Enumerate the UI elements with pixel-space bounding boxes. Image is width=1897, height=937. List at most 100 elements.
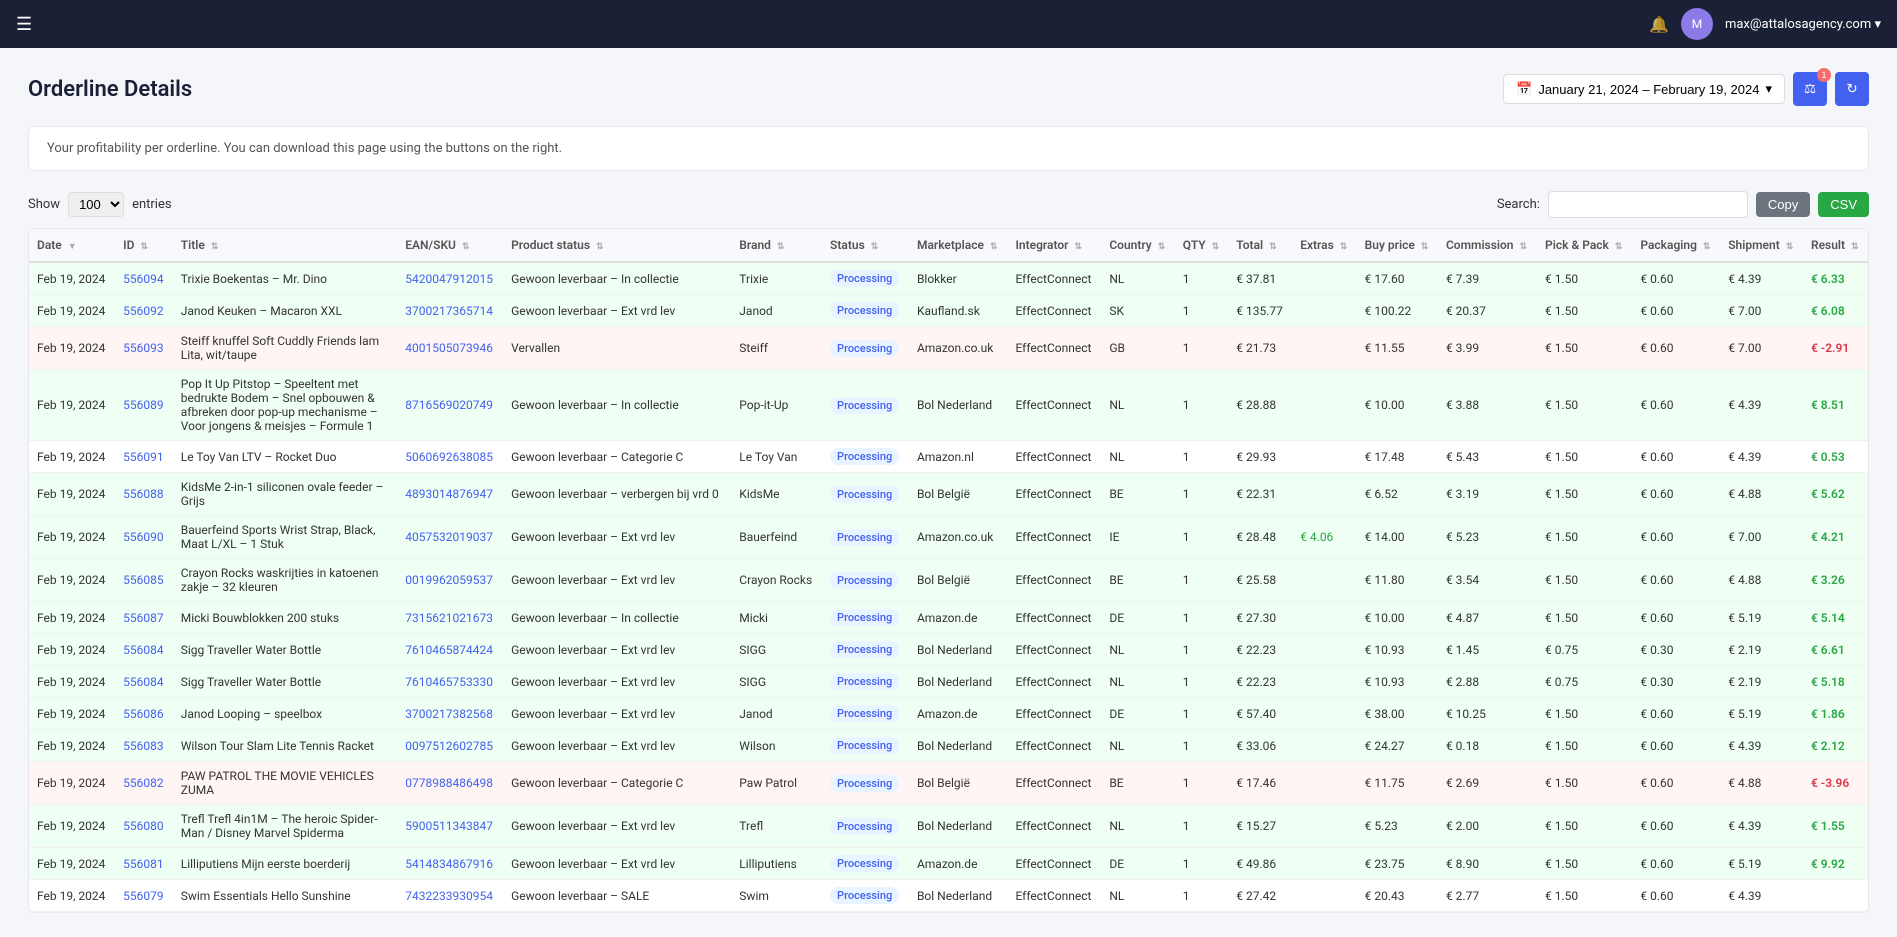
cell-ean[interactable]: 0778988486498 (397, 762, 503, 805)
cell-product-status: Vervallen (503, 327, 731, 370)
cell-brand: Micki (731, 602, 822, 634)
cell-product-status: Gewoon leverbaar – Ext vrd lev (503, 730, 731, 762)
cell-ean[interactable]: 4057532019037 (397, 516, 503, 559)
sort-icon: ⇅ (1421, 242, 1429, 252)
cell-brand: Pop-it-Up (731, 370, 822, 441)
header-right: 📅 January 21, 2024 – February 19, 2024 ▾… (1503, 72, 1869, 106)
cell-id[interactable]: 556094 (115, 262, 173, 295)
col-country[interactable]: Country ⇅ (1101, 229, 1174, 262)
cell-ean[interactable]: 7432233930954 (397, 880, 503, 912)
cell-result: € 2.12 (1803, 730, 1868, 762)
col-status[interactable]: Status ⇅ (822, 229, 909, 262)
cell-marketplace: Bol Nederland (909, 370, 1008, 441)
col-total[interactable]: Total ⇅ (1228, 229, 1292, 262)
cell-ean[interactable]: 0097512602785 (397, 730, 503, 762)
cell-shipment: € 7.00 (1720, 295, 1803, 327)
filter-icon: ⚖ (1804, 81, 1816, 97)
cell-id[interactable]: 556091 (115, 441, 173, 473)
col-ean[interactable]: EAN/SKU ⇅ (397, 229, 503, 262)
col-title[interactable]: Title ⇅ (173, 229, 398, 262)
hamburger-icon[interactable]: ☰ (16, 14, 32, 35)
cell-id[interactable]: 556081 (115, 848, 173, 880)
bell-icon: 🔔 (1649, 15, 1669, 34)
user-name[interactable]: max@attalosagency.com ▾ (1725, 17, 1881, 32)
cell-id[interactable]: 556086 (115, 698, 173, 730)
cell-status: Processing (822, 473, 909, 516)
table-row: Feb 19, 2024 556085 Crayon Rocks waskrij… (29, 559, 1868, 602)
status-badge: Processing (830, 448, 899, 465)
col-qty[interactable]: QTY ⇅ (1175, 229, 1229, 262)
cell-pick-pack: € 1.50 (1537, 295, 1632, 327)
col-shipment[interactable]: Shipment ⇅ (1720, 229, 1803, 262)
cell-buy-price: € 11.80 (1357, 559, 1438, 602)
col-id[interactable]: ID ⇅ (115, 229, 173, 262)
cell-ean[interactable]: 8716569020749 (397, 370, 503, 441)
col-packaging[interactable]: Packaging ⇅ (1632, 229, 1720, 262)
search-input[interactable] (1548, 191, 1748, 218)
cell-ean[interactable]: 3700217365714 (397, 295, 503, 327)
cell-ean[interactable]: 0019962059537 (397, 559, 503, 602)
sort-icon: ⇅ (1615, 242, 1623, 252)
cell-title: Swim Essentials Hello Sunshine (173, 880, 398, 912)
filter-badge: 1 (1817, 68, 1831, 82)
cell-status: Processing (822, 516, 909, 559)
cell-result: € 6.08 (1803, 295, 1868, 327)
page-header: Orderline Details 📅 January 21, 2024 – F… (28, 72, 1869, 106)
col-date[interactable]: Date ▼ (29, 229, 115, 262)
filter-button[interactable]: ⚖ 1 (1793, 72, 1827, 106)
col-buy-price[interactable]: Buy price ⇅ (1357, 229, 1438, 262)
cell-ean[interactable]: 5414834867916 (397, 848, 503, 880)
col-integrator[interactable]: Integrator ⇅ (1007, 229, 1101, 262)
cell-id[interactable]: 556087 (115, 602, 173, 634)
cell-ean[interactable]: 4001505073946 (397, 327, 503, 370)
col-extras[interactable]: Extras ⇅ (1292, 229, 1356, 262)
cell-id[interactable]: 556092 (115, 295, 173, 327)
cell-ean[interactable]: 7610465874424 (397, 634, 503, 666)
cell-ean[interactable]: 5060692638085 (397, 441, 503, 473)
cell-id[interactable]: 556080 (115, 805, 173, 848)
csv-button[interactable]: CSV (1818, 192, 1869, 217)
cell-qty: 1 (1175, 762, 1229, 805)
cell-id[interactable]: 556079 (115, 880, 173, 912)
col-commission[interactable]: Commission ⇅ (1438, 229, 1537, 262)
col-brand[interactable]: Brand ⇅ (731, 229, 822, 262)
sort-icon: ⇅ (1340, 242, 1348, 252)
avatar: M (1681, 8, 1713, 40)
cell-marketplace: Amazon.de (909, 698, 1008, 730)
cell-shipment: € 4.39 (1720, 805, 1803, 848)
cell-packaging: € 0.60 (1632, 559, 1720, 602)
cell-id[interactable]: 556082 (115, 762, 173, 805)
cell-id[interactable]: 556090 (115, 516, 173, 559)
cell-title: Trefl Trefl 4in1M – The heroic Spider-Ma… (173, 805, 398, 848)
cell-status: Processing (822, 441, 909, 473)
cell-ean[interactable]: 7315621021673 (397, 602, 503, 634)
cell-pick-pack: € 1.50 (1537, 805, 1632, 848)
cell-id[interactable]: 556093 (115, 327, 173, 370)
cell-result: € 0.53 (1803, 441, 1868, 473)
col-marketplace[interactable]: Marketplace ⇅ (909, 229, 1008, 262)
date-range-button[interactable]: 📅 January 21, 2024 – February 19, 2024 ▾ (1503, 74, 1785, 104)
cell-pick-pack: € 1.50 (1537, 698, 1632, 730)
cell-total: € 22.23 (1228, 634, 1292, 666)
col-result[interactable]: Result ⇅ (1803, 229, 1868, 262)
cell-ean[interactable]: 5420047912015 (397, 262, 503, 295)
cell-id[interactable]: 556085 (115, 559, 173, 602)
cell-id[interactable]: 556084 (115, 634, 173, 666)
entries-select[interactable]: 100 25 50 200 (68, 192, 124, 217)
col-pick-pack[interactable]: Pick & Pack ⇅ (1537, 229, 1632, 262)
cell-packaging: € 0.60 (1632, 262, 1720, 295)
cell-id[interactable]: 556083 (115, 730, 173, 762)
col-product-status[interactable]: Product status ⇅ (503, 229, 731, 262)
cell-id[interactable]: 556089 (115, 370, 173, 441)
cell-id[interactable]: 556088 (115, 473, 173, 516)
cell-ean[interactable]: 3700217382568 (397, 698, 503, 730)
cell-id[interactable]: 556084 (115, 666, 173, 698)
cell-ean[interactable]: 7610465753330 (397, 666, 503, 698)
cell-ean[interactable]: 4893014876947 (397, 473, 503, 516)
cell-ean[interactable]: 5900511343847 (397, 805, 503, 848)
refresh-button[interactable]: ↻ (1835, 72, 1869, 106)
copy-button[interactable]: Copy (1756, 192, 1810, 217)
cell-commission: € 5.23 (1438, 516, 1537, 559)
status-badge: Processing (830, 775, 899, 792)
cell-product-status: Gewoon leverbaar – In collectie (503, 262, 731, 295)
